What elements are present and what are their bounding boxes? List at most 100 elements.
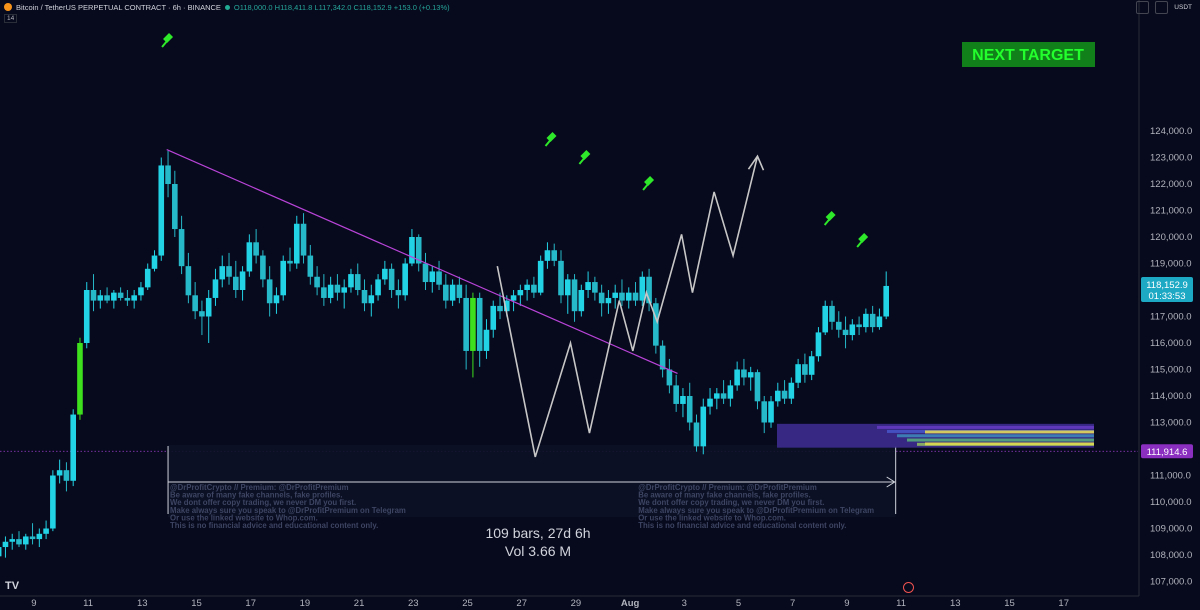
- candle-body: [239, 271, 246, 290]
- candle-body: [70, 414, 76, 481]
- candle-body: [29, 536, 36, 540]
- candle-body: [598, 292, 605, 304]
- bitcoin-icon: [4, 3, 12, 11]
- candle-body: [429, 271, 436, 283]
- candle-body: [273, 295, 280, 304]
- candle-body: [863, 313, 869, 328]
- candle-body: [727, 385, 734, 399]
- candle-body: [564, 279, 571, 296]
- candle-body: [754, 372, 761, 402]
- candle-body: [537, 260, 544, 293]
- candle-body: [802, 364, 808, 375]
- y-tick-label: 124,000.0: [1150, 126, 1192, 137]
- candle-body: [280, 260, 287, 296]
- volume-profile-row: [877, 425, 1094, 429]
- candle-body: [653, 303, 659, 346]
- candle-body: [253, 242, 259, 256]
- candle-body: [43, 528, 49, 534]
- chart-header: Bitcoin / TetherUS PERPETUAL CONTRACT · …: [4, 1, 450, 13]
- x-tick-label: 17: [1058, 598, 1069, 609]
- candle-body: [639, 276, 646, 301]
- ohlc-values: O118,000.0 H118,411.8 L117,342.0 C118,15…: [233, 2, 450, 12]
- candle-body: [741, 369, 747, 378]
- candle-body: [117, 292, 124, 298]
- candle-body: [822, 305, 829, 333]
- countdown-label: 01:33:53: [1149, 291, 1186, 302]
- candle-body: [199, 311, 205, 317]
- candle-body: [510, 295, 517, 301]
- candle-body: [131, 295, 137, 301]
- candle-body: [293, 223, 300, 264]
- volume-profile-row: [897, 434, 1094, 438]
- candle-body: [483, 329, 490, 351]
- y-tick-label: 120,000.0: [1150, 232, 1192, 243]
- x-tick-label: 15: [191, 598, 202, 609]
- candle-body: [720, 393, 727, 399]
- x-tick-label: 25: [462, 598, 473, 609]
- candle-body: [815, 332, 822, 357]
- candle-body: [747, 372, 754, 378]
- y-tick-label: 110,000.0: [1150, 497, 1192, 508]
- candle-body: [321, 287, 327, 298]
- candle-body: [361, 290, 368, 304]
- candle-body: [774, 390, 781, 402]
- y-tick-label: 122,000.0: [1150, 179, 1192, 190]
- candle-body: [111, 292, 117, 301]
- candle-body: [714, 393, 720, 399]
- candle-body: [212, 279, 219, 298]
- y-tick-label: 113,000.0: [1150, 418, 1192, 429]
- candle-body: [395, 290, 402, 296]
- candle-body: [571, 279, 578, 312]
- candle-body: [673, 385, 679, 404]
- measure-label: Vol 3.66 M: [505, 543, 571, 559]
- candle-body: [63, 470, 70, 481]
- x-tick-label: 27: [516, 598, 527, 609]
- price-chart[interactable]: 107,000.0 108,000.0 109,000.0 110,000.0 111,…: [0, 0, 1200, 610]
- candle-body: [104, 295, 110, 301]
- watermark-line: This is no financial advice and educatio…: [638, 521, 846, 530]
- candle-body: [97, 295, 104, 301]
- candle-body: [0, 547, 2, 557]
- candle-body: [409, 237, 415, 264]
- candle-body: [266, 279, 273, 304]
- x-tick-label: 11: [83, 598, 93, 609]
- y-tick-label: 119,000.0: [1150, 259, 1192, 270]
- currency-label[interactable]: USDT: [1174, 4, 1192, 11]
- x-tick-label: 11: [896, 598, 906, 609]
- candle-body: [700, 406, 707, 447]
- alert-icon[interactable]: [903, 582, 914, 593]
- candle-body: [260, 255, 266, 280]
- tradingview-logo-icon[interactable]: TV: [5, 580, 19, 592]
- lock-icon[interactable]: [1155, 1, 1169, 14]
- candle-body: [138, 287, 144, 296]
- candle-body: [402, 263, 408, 296]
- candle-body: [456, 284, 463, 298]
- x-tick-label: 15: [1004, 598, 1015, 609]
- candle-body: [666, 369, 673, 386]
- symbol-title[interactable]: Bitcoin / TetherUS PERPETUAL CONTRACT · …: [16, 3, 221, 12]
- y-tick-label: 114,000.0: [1150, 391, 1192, 402]
- candle-body: [734, 369, 740, 386]
- settings-icon[interactable]: [1136, 1, 1150, 14]
- candle-body: [876, 316, 883, 328]
- y-tick-label: 109,000.0: [1150, 524, 1192, 535]
- candle-body: [517, 290, 524, 296]
- candle-body: [368, 295, 375, 304]
- candle-body: [151, 255, 158, 269]
- indicator-badge[interactable]: 14: [4, 14, 18, 23]
- watermark-line: This is no financial advice and educatio…: [170, 521, 378, 530]
- y-tick-label: 107,000.0: [1150, 577, 1192, 588]
- y-tick-label: 111,000.0: [1150, 471, 1191, 482]
- x-tick-label: 13: [137, 598, 148, 609]
- candle-body: [490, 305, 497, 330]
- candle-body: [856, 324, 862, 328]
- candle-body: [558, 260, 564, 296]
- y-tick-label: 123,000.0: [1150, 153, 1192, 164]
- x-tick-label: 9: [844, 598, 849, 609]
- x-tick-label: 19: [300, 598, 311, 609]
- candle-body: [449, 284, 456, 301]
- candle-body: [551, 250, 558, 261]
- candle-body: [348, 274, 354, 288]
- candle-body: [768, 401, 774, 423]
- candle-body: [578, 290, 585, 312]
